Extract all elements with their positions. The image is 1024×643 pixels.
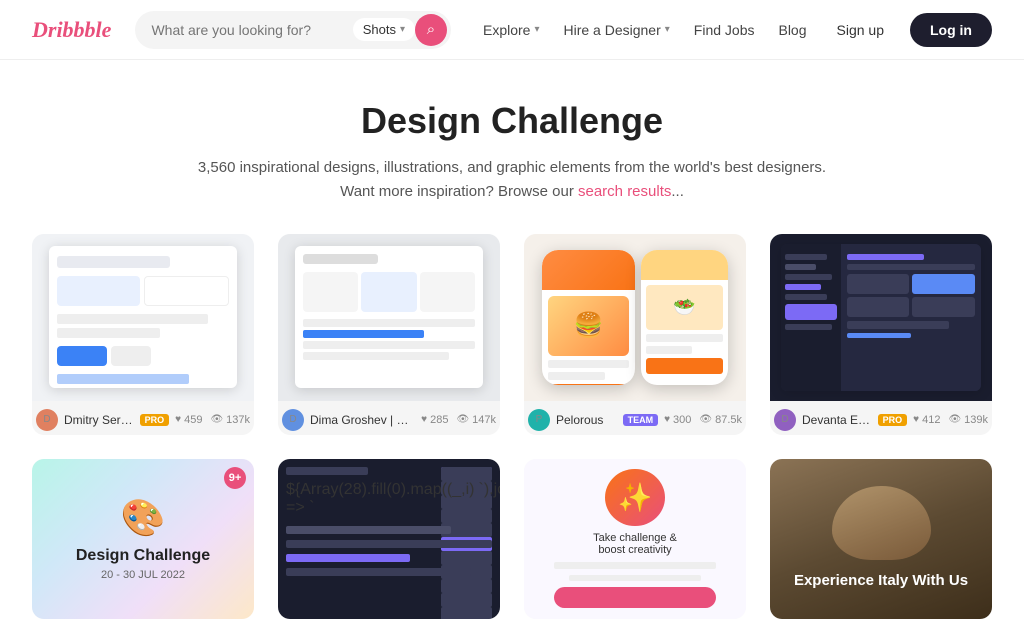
search-button[interactable]: ⌕ xyxy=(415,14,447,46)
search-icon: ⌕ xyxy=(427,21,435,38)
avatar: D xyxy=(774,409,796,431)
shot-thumbnail: ✨ Take challenge &boost creativity xyxy=(524,459,746,619)
eye-icon: 👁 xyxy=(210,414,223,425)
avatar: D xyxy=(36,409,58,431)
nav-jobs[interactable]: Find Jobs xyxy=(694,22,755,38)
shot-stats: ♥ 459 👁 137k xyxy=(175,414,250,426)
shot-thumbnail: ${Array(28).fill(0).map((_,i) => ``).joi… xyxy=(278,459,500,619)
shot-stats: ♥ 300 👁 87.5k xyxy=(664,414,742,426)
italy-title: Experience Italy With Us xyxy=(794,570,968,591)
heart-icon: ♥ xyxy=(664,414,670,425)
dark-app-ui: ${Array(28).fill(0).map((_,i) => ``).joi… xyxy=(278,459,500,619)
eye-icon: 👁 xyxy=(948,414,961,425)
author-name: Dima Groshev | 123... xyxy=(310,413,415,427)
signup-button[interactable]: Sign up xyxy=(823,14,898,46)
author-name: Pelorous xyxy=(556,413,617,427)
shot-stats: ♥ 412 👁 139k xyxy=(913,414,988,426)
shot-card[interactable]: D Devanta Ebis... PRO ♥ 412 👁 139k xyxy=(770,234,992,435)
avatar: D xyxy=(282,409,304,431)
shot-thumbnail: 🍔 🥗 xyxy=(524,234,746,401)
main-nav: Explore ▾ Hire a Designer ▾ Find Jobs Bl… xyxy=(483,22,807,38)
hero-section: Design Challenge 3,560 inspirational des… xyxy=(0,60,1024,234)
search-results-link[interactable]: search results xyxy=(578,183,671,200)
shot-card-colorful[interactable]: ✨ Take challenge &boost creativity xyxy=(524,459,746,619)
shot-card[interactable]: D Dmitry Sergu... PRO ♥ 459 👁 137k xyxy=(32,234,254,435)
nav-explore-chevron: ▾ xyxy=(534,24,539,35)
shot-meta: D Devanta Ebis... PRO ♥ 412 👁 139k xyxy=(770,401,992,435)
page-title: Design Challenge xyxy=(20,100,1004,142)
author-name: Dmitry Sergu... xyxy=(64,413,134,427)
shot-card-dark-app[interactable]: ${Array(28).fill(0).map((_,i) => ``).joi… xyxy=(278,459,500,619)
shot-thumbnail: 9+ 🎨 Design Challenge 20 - 30 JUL 2022 xyxy=(32,459,254,619)
nav-hire-chevron: ▾ xyxy=(665,24,670,35)
challenge-date: 20 - 30 JUL 2022 xyxy=(101,569,185,581)
search-bar: Shots ▾ ⌕ xyxy=(135,11,451,49)
mock-ui xyxy=(295,246,484,388)
italy-arch-shape xyxy=(832,486,931,561)
status-badge: TEAM xyxy=(623,414,659,426)
eye-icon: 👁 xyxy=(699,414,712,425)
status-badge: PRO xyxy=(140,414,170,426)
shot-thumbnail xyxy=(770,234,992,401)
nav-explore[interactable]: Explore ▾ xyxy=(483,22,540,38)
nav-blog-label: Blog xyxy=(778,22,806,38)
shots-dropdown[interactable]: Shots ▾ xyxy=(353,18,415,41)
shot-meta: P Pelorous TEAM ♥ 300 👁 87.5k xyxy=(524,401,746,435)
avatar: P xyxy=(528,409,550,431)
badge-count: 9+ xyxy=(224,467,246,489)
nav-explore-label: Explore xyxy=(483,22,530,38)
heart-icon: ♥ xyxy=(913,414,919,425)
shot-meta: D Dmitry Sergu... PRO ♥ 459 👁 137k xyxy=(32,401,254,435)
heart-icon: ♥ xyxy=(175,414,181,425)
login-button[interactable]: Log in xyxy=(910,13,992,47)
logo[interactable]: Dribbble xyxy=(32,17,111,43)
nav-actions: Sign up Log in xyxy=(823,13,992,47)
header: Dribbble Shots ▾ ⌕ Explore ▾ Hire a Desi… xyxy=(0,0,1024,60)
nav-blog[interactable]: Blog xyxy=(778,22,806,38)
shot-thumbnail xyxy=(32,234,254,401)
heart-icon: ♥ xyxy=(421,414,427,425)
shot-card[interactable]: 🍔 🥗 P Pe xyxy=(524,234,746,435)
shot-card-italy[interactable]: Experience Italy With Us xyxy=(770,459,992,619)
shot-card-challenge[interactable]: 9+ 🎨 Design Challenge 20 - 30 JUL 2022 xyxy=(32,459,254,619)
mock-phone-2: 🥗 xyxy=(641,250,728,385)
shot-meta: D Dima Groshev | 123... ♥ 285 👁 147k xyxy=(278,401,500,435)
hero-subtitle: 3,560 inspirational designs, illustratio… xyxy=(20,156,1004,204)
shot-thumbnail xyxy=(278,234,500,401)
shots-grid-row1: D Dmitry Sergu... PRO ♥ 459 👁 137k xyxy=(0,234,1024,459)
mock-ui xyxy=(49,246,238,388)
nav-jobs-label: Find Jobs xyxy=(694,22,755,38)
mock-phone: 🍔 xyxy=(542,250,635,385)
shot-card[interactable]: D Dima Groshev | 123... ♥ 285 👁 147k xyxy=(278,234,500,435)
shots-chevron-icon: ▾ xyxy=(400,24,405,35)
eye-icon: 👁 xyxy=(456,414,469,425)
shot-thumbnail: Experience Italy With Us xyxy=(770,459,992,619)
challenge-title: Design Challenge xyxy=(76,547,210,565)
shots-label: Shots xyxy=(363,22,396,37)
challenge-icon: 🎨 xyxy=(121,497,166,539)
status-badge: PRO xyxy=(878,414,908,426)
shots-grid-row2: 9+ 🎨 Design Challenge 20 - 30 JUL 2022 $… xyxy=(0,459,1024,643)
illustration-text: Take challenge &boost creativity xyxy=(593,532,677,556)
illustration-blob: ✨ xyxy=(605,469,665,527)
nav-hire-label: Hire a Designer xyxy=(563,22,660,38)
shot-stats: ♥ 285 👁 147k xyxy=(421,414,496,426)
author-name: Devanta Ebis... xyxy=(802,413,872,427)
nav-hire[interactable]: Hire a Designer ▾ xyxy=(563,22,669,38)
mock-ui-dark xyxy=(781,244,981,391)
search-input[interactable] xyxy=(151,22,352,38)
